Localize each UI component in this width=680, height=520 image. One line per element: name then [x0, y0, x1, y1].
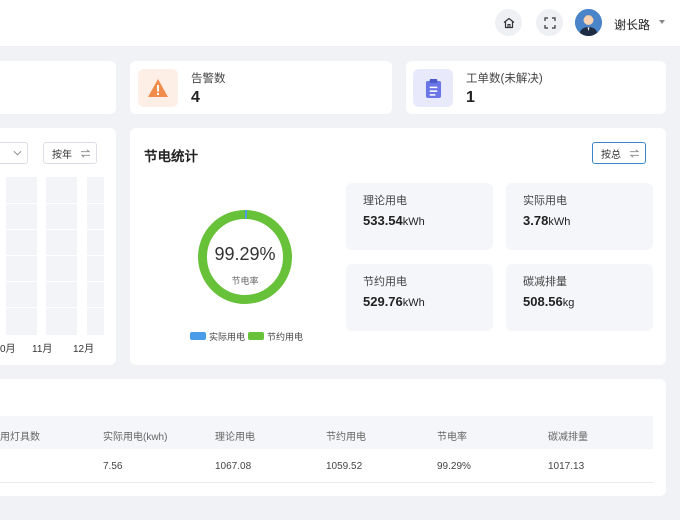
clipboard-icon — [425, 78, 441, 98]
legend-swatch-actual — [190, 332, 206, 340]
chart-gridline — [0, 203, 104, 204]
user-avatar-icon — [575, 9, 602, 36]
tile-label: 节约用电 — [363, 276, 407, 288]
stat-card-workorders: 工单数(未解决) 1 — [406, 61, 666, 114]
table-cell: 1059.52 — [326, 461, 363, 472]
table-cell: 1067.08 — [215, 461, 252, 472]
tile-unit: kWh — [548, 216, 571, 228]
tile-number: 508.56 — [523, 294, 563, 309]
category-select[interactable] — [0, 142, 28, 164]
tile-value: 508.56kg — [523, 294, 574, 309]
mode-toggle-button[interactable]: 按总 — [592, 142, 646, 164]
table-header-cell: 节约用电 — [326, 432, 366, 443]
legend-swatch-saved — [248, 332, 264, 340]
stat-card-alarms: 告警数 4 — [130, 61, 392, 114]
tile-number: 529.76 — [363, 294, 403, 309]
tile-theoretical: 理论用电 533.54kWh — [346, 183, 493, 250]
saving-rate-caption: 节电率 — [231, 276, 259, 286]
chart-column — [46, 177, 77, 335]
energy-section-title: 节电统计 — [144, 149, 198, 164]
chart-gridline — [0, 229, 104, 230]
table-cell: 7.56 — [103, 461, 123, 472]
month-label: 12月 — [73, 344, 95, 355]
user-name[interactable]: 谢长路 — [614, 16, 650, 33]
stat-label-workorders: 工单数(未解决) — [466, 73, 543, 85]
tile-saved: 节约用电 529.76kWh — [346, 264, 493, 331]
tile-label: 理论用电 — [363, 195, 407, 207]
fullscreen-button[interactable] — [536, 9, 563, 36]
caret-down-icon[interactable] — [659, 20, 665, 24]
switch-icon — [80, 148, 91, 158]
avatar[interactable] — [575, 9, 602, 36]
table-header-cell: 碳减排量 — [548, 432, 588, 443]
table-header-cell: 节电率 — [437, 432, 467, 443]
chevron-down-icon — [13, 150, 22, 156]
warning-icon-wrap — [138, 69, 178, 107]
tile-label: 实际用电 — [523, 195, 567, 207]
tile-label: 碳减排量 — [523, 276, 567, 288]
clipboard-icon-wrap — [413, 69, 453, 107]
chart-column — [87, 177, 104, 335]
warning-icon — [148, 79, 168, 97]
tile-value: 533.54kWh — [363, 213, 425, 228]
stat-card-partial — [0, 61, 116, 114]
tile-actual: 实际用电 3.78kWh — [506, 183, 653, 250]
chart-column — [6, 177, 37, 335]
top-header: 谢长路 — [0, 0, 680, 46]
stat-value-alarms: 4 — [191, 89, 200, 106]
tile-carbon: 碳减排量 508.56kg — [506, 264, 653, 331]
table-header-cell: 理论用电 — [215, 432, 255, 443]
mode-toggle-label: 按总 — [601, 149, 621, 161]
fullscreen-icon — [543, 16, 556, 29]
tile-unit: kWh — [402, 216, 425, 228]
chart-gridline — [0, 281, 104, 282]
chart-gridline — [0, 307, 104, 308]
table-cell: 99.29% — [437, 461, 471, 472]
tile-value: 529.76kWh — [363, 294, 425, 309]
period-select[interactable]: 按年 — [43, 142, 97, 164]
period-select-label: 按年 — [52, 149, 72, 161]
home-button[interactable] — [495, 9, 522, 36]
stat-label-alarms: 告警数 — [191, 73, 226, 85]
chart-gridline — [0, 255, 104, 256]
tile-number: 3.78 — [523, 213, 549, 228]
legend-label-actual: 实际用电 — [209, 332, 246, 342]
stat-value-workorders: 1 — [466, 89, 475, 106]
tile-number: 533.54 — [363, 213, 403, 228]
tile-unit: kg — [562, 297, 575, 309]
month-label: 0月 — [0, 344, 16, 355]
table-header-cell: 用灯具数 — [0, 432, 40, 443]
table-header-cell: 实际用电(kwh) — [103, 432, 168, 443]
table-row-divider — [0, 482, 653, 483]
table-cell: 1017.13 — [548, 461, 585, 472]
home-icon — [503, 17, 514, 28]
month-label: 11月 — [32, 344, 53, 355]
tile-unit: kWh — [402, 297, 425, 309]
legend-label-saved: 节约用电 — [267, 332, 304, 342]
tile-value: 3.78kWh — [523, 213, 570, 228]
saving-rate-value: 99.29% — [214, 244, 276, 264]
switch-icon — [629, 148, 640, 158]
